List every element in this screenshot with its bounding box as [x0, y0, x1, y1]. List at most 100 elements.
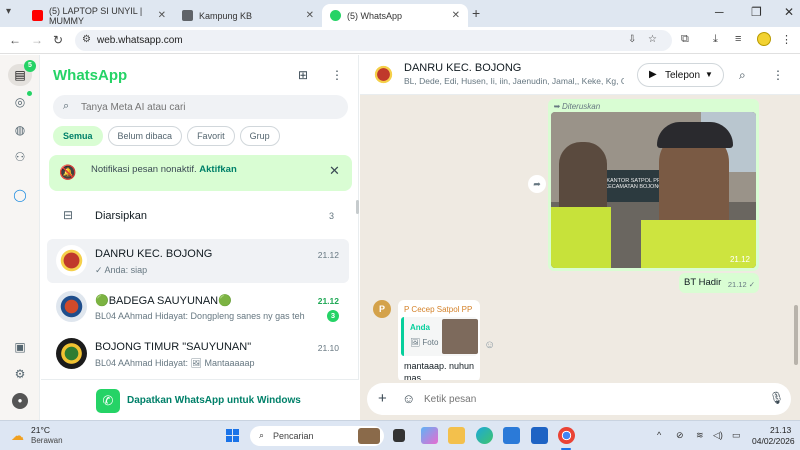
conversation-scrollbar[interactable]: [794, 305, 798, 365]
menu-icon[interactable]: ⋮: [331, 68, 343, 82]
tab-list-icon[interactable]: ▾: [6, 6, 11, 17]
status-new-dot: [27, 91, 32, 96]
site-info-icon[interactable]: ⚙: [82, 34, 91, 45]
address-bar[interactable]: ⚙ web.whatsapp.com ⇩ ☆: [75, 30, 672, 51]
clock-date[interactable]: 04/02/2026: [752, 436, 795, 446]
youtube-favicon-icon: [32, 10, 43, 21]
bookmark-star-icon[interactable]: ☆: [648, 34, 657, 45]
wifi-icon[interactable]: ≋: [696, 430, 704, 441]
chat-item[interactable]: DANRU KEC. BOJONG 21.12 ✓ Anda: siap: [47, 239, 349, 283]
chat-list-scrollbar[interactable]: [356, 200, 359, 214]
chat-name: BOJONG TIMUR "SAUYUNAN": [95, 341, 252, 353]
notification-banner: 🔕 Notifikasi pesan nonaktif. Aktifkan ✕: [49, 155, 352, 191]
extensions-icon[interactable]: ⧉: [681, 33, 689, 46]
store-icon[interactable]: [503, 427, 520, 444]
enable-notifications-link[interactable]: Aktifkan: [199, 164, 236, 175]
chat-item[interactable]: 🟢BADEGA SAUYUNAN🟢 21.12 BL04 AAhmad Hida…: [47, 285, 349, 329]
start-button[interactable]: [226, 429, 240, 443]
search-box[interactable]: ⌕: [53, 95, 348, 119]
incoming-message[interactable]: P Cecep Satpol PP Anda 🖼 Foto mantaaap. …: [398, 300, 480, 382]
app-title: WhatsApp: [53, 67, 128, 84]
cloud-sun-icon[interactable]: ☁: [11, 428, 24, 444]
message-photo[interactable]: KANTOR SATPOL PP KECAMATAN BOJONG 21.12: [551, 112, 756, 268]
attach-icon[interactable]: +: [378, 390, 387, 407]
edge-icon[interactable]: [476, 427, 493, 444]
volume-icon[interactable]: ◁): [713, 430, 723, 441]
tab-kampung-kb[interactable]: Kampung KB ✕: [174, 4, 322, 27]
windows-taskbar: ☁ 21°C Berawan ⌕ Pencarian ^ ⊘ ≋ ◁) ▭ 21…: [0, 420, 800, 450]
browser-menu-icon[interactable]: ⋮: [781, 33, 792, 46]
chrome-icon[interactable]: [558, 427, 575, 444]
chevron-down-icon: ▼: [705, 70, 713, 79]
tab-label: Kampung KB: [199, 10, 253, 21]
media-icon[interactable]: ▣: [12, 339, 28, 355]
filter-favorites[interactable]: Favorit: [187, 126, 235, 146]
tab-youtube[interactable]: (5) LAPTOP SI UNYIL | MUMMY ✕: [24, 4, 174, 27]
copilot-icon[interactable]: [421, 427, 438, 444]
chat-item[interactable]: BOJONG TIMUR "SAUYUNAN" 21.10 BL04 AAhma…: [47, 332, 349, 376]
tab-whatsapp[interactable]: (5) WhatsApp ✕: [322, 4, 468, 27]
app-icon[interactable]: [531, 427, 548, 444]
back-icon[interactable]: ←: [9, 33, 21, 47]
conversation-header[interactable]: DANRU KEC. BOJONG BL, Dede, Edi, Husen, …: [360, 55, 800, 95]
search-icon: ⌕: [259, 430, 265, 440]
menu-icon[interactable]: ⋮: [772, 68, 784, 82]
task-view-icon[interactable]: [393, 429, 405, 442]
install-app-icon[interactable]: ⇩: [628, 34, 636, 45]
show-hidden-icons-icon[interactable]: ^: [657, 430, 661, 440]
filter-unread[interactable]: Belum dibaca: [107, 126, 183, 146]
call-button[interactable]: ▶ Telepon ▼: [637, 63, 724, 87]
archived-row[interactable]: ⊟ Diarsipkan 3: [41, 197, 359, 233]
close-tab-icon[interactable]: ✕: [158, 10, 166, 21]
outgoing-message[interactable]: BT Hadir 21.12 ✓: [679, 273, 759, 293]
url-text[interactable]: web.whatsapp.com: [97, 35, 183, 46]
chat-preview: ✓ Anda: siap: [95, 265, 148, 275]
reload-icon[interactable]: ↻: [53, 33, 63, 47]
status-icon[interactable]: ◎: [12, 94, 28, 110]
close-tab-icon[interactable]: ✕: [452, 10, 460, 21]
battery-icon[interactable]: ▭: [732, 430, 741, 441]
microphone-icon[interactable]: 🎙: [769, 391, 784, 405]
filter-all[interactable]: Semua: [53, 126, 103, 146]
close-window-icon[interactable]: ✕: [784, 5, 794, 19]
minimize-icon[interactable]: ─: [715, 5, 724, 19]
forwarded-photo-message[interactable]: ➥ Diteruskan KANTOR SATPOL PP KECAMATAN …: [548, 99, 759, 271]
sender-name[interactable]: P Cecep Satpol PP: [404, 305, 472, 314]
communities-icon[interactable]: ⚇: [12, 149, 28, 165]
sticker-emoji-icon[interactable]: ☺: [402, 391, 415, 406]
close-banner-icon[interactable]: ✕: [329, 163, 340, 179]
clock-time[interactable]: 21.13: [770, 425, 791, 435]
restore-icon[interactable]: ❐: [751, 5, 762, 19]
settings-icon[interactable]: ⚙: [12, 366, 28, 382]
search-icon[interactable]: ⌕: [739, 68, 746, 83]
meta-ai-icon[interactable]: ◯: [12, 187, 28, 203]
channels-icon[interactable]: ◍: [12, 122, 28, 138]
unread-count-badge: 3: [327, 310, 339, 322]
react-emoji-icon[interactable]: ☺: [484, 339, 495, 351]
profile-avatar[interactable]: [757, 32, 771, 46]
filter-groups[interactable]: Grup: [239, 126, 280, 146]
quoted-message[interactable]: Anda 🖼 Foto: [401, 317, 478, 356]
downloads-icon[interactable]: ⤓: [713, 33, 718, 46]
profile-photo-avatar[interactable]: ●: [12, 393, 28, 409]
media-controls-icon[interactable]: ≡: [735, 33, 741, 45]
page-favicon-icon: [182, 10, 193, 21]
message-text: BT Hadir: [684, 277, 722, 288]
file-explorer-icon[interactable]: [448, 427, 465, 444]
group-avatar[interactable]: [371, 62, 396, 87]
weather-condition[interactable]: Berawan: [31, 436, 63, 445]
new-tab-button[interactable]: +: [472, 5, 480, 21]
conversation-title[interactable]: DANRU KEC. BOJONG: [404, 62, 521, 74]
promo-text[interactable]: Dapatkan WhatsApp untuk Windows: [127, 395, 301, 406]
weather-temperature[interactable]: 21°C: [31, 425, 50, 435]
network-off-icon[interactable]: ⊘: [676, 430, 684, 441]
forward-icon[interactable]: ➦: [528, 175, 546, 193]
close-tab-icon[interactable]: ✕: [306, 10, 314, 21]
search-input[interactable]: [81, 99, 336, 115]
download-windows-promo[interactable]: ✆ Dapatkan WhatsApp untuk Windows: [41, 379, 359, 420]
taskbar-search[interactable]: ⌕ Pencarian: [250, 426, 384, 446]
forward-icon[interactable]: →: [31, 33, 43, 47]
new-chat-icon[interactable]: ⊞: [298, 68, 308, 82]
sender-avatar[interactable]: P: [373, 300, 391, 318]
message-input[interactable]: [424, 391, 754, 407]
